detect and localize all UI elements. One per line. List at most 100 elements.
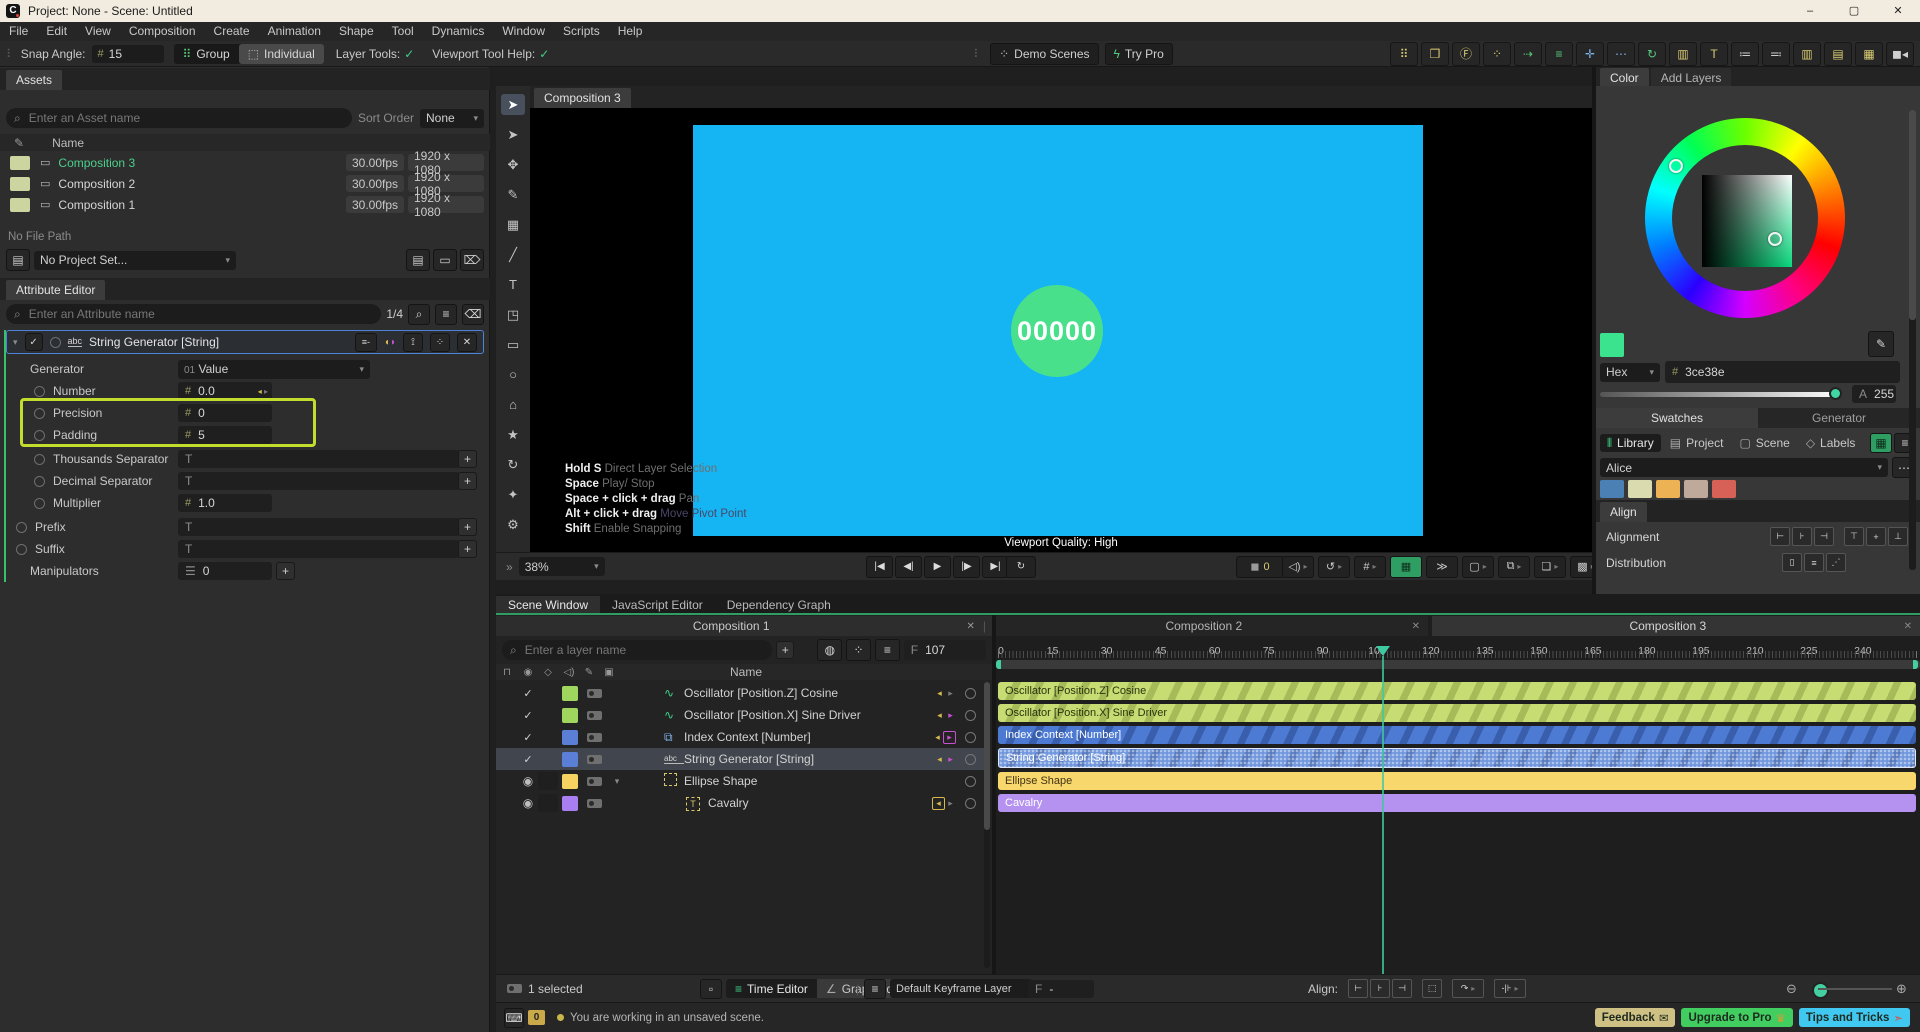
add-button[interactable]: +: [458, 540, 477, 558]
keyframe-dot[interactable]: [34, 407, 45, 419]
tab-generator[interactable]: Generator: [1758, 408, 1920, 428]
playhead-line[interactable]: [1382, 656, 1384, 974]
keyframe-right-icon[interactable]: ▸: [945, 754, 956, 765]
scrollbar-thumb[interactable]: [984, 682, 990, 830]
project-set-select[interactable]: No Project Set... ▾: [34, 250, 236, 270]
enable-checkbox[interactable]: ✓: [518, 687, 538, 700]
keyframe-dot[interactable]: [34, 429, 45, 441]
keyframe-dot[interactable]: [16, 521, 27, 533]
filter-magic-icon[interactable]: ⁘: [846, 639, 871, 661]
trash-icon[interactable]: ⌦: [460, 249, 484, 271]
tab-align[interactable]: Align: [1600, 502, 1647, 522]
keyframe-dot[interactable]: [16, 543, 27, 555]
solo-circle[interactable]: [964, 687, 976, 699]
filter-visibility-icon[interactable]: ◍: [817, 639, 843, 661]
add-button[interactable]: +: [458, 472, 477, 490]
layer-color-swatch[interactable]: [562, 729, 578, 745]
layer-search-field[interactable]: ⌕: [502, 640, 773, 660]
toolbar-icon-button[interactable]: ▥: [1669, 41, 1697, 66]
timeline-ruler-labels[interactable]: 0153045607590105120135150165180195210225…: [998, 638, 1918, 657]
timeline-track-bar[interactable]: Oscillator [Position.X] Sine Driver: [998, 704, 1916, 722]
add-button[interactable]: +: [458, 518, 477, 536]
layer-row-cavalry-text[interactable]: ◉ T Cavalry ◂ ▸: [496, 792, 984, 814]
solo-radio[interactable]: [49, 336, 61, 348]
viewport-tool-button[interactable]: T: [501, 274, 525, 295]
keyframe-dot[interactable]: [34, 475, 45, 487]
solo-circle[interactable]: [964, 731, 976, 743]
viewport-tool-button[interactable]: ➤: [501, 124, 525, 145]
menu-item[interactable]: Shape: [330, 22, 383, 41]
viewport-display-button[interactable]: #: [1354, 555, 1386, 578]
asset-search-field[interactable]: ⌕: [6, 108, 352, 128]
enabled-checkbox[interactable]: ✓: [24, 333, 43, 351]
asset-search-input[interactable]: [26, 110, 344, 126]
align-horizontal-button[interactable]: ⊦: [1792, 527, 1812, 546]
viewport-tool-button[interactable]: ╱: [501, 244, 525, 265]
viewport-tool-button[interactable]: ⚙: [501, 514, 525, 535]
add-button[interactable]: +: [276, 562, 295, 580]
viewport-tool-button[interactable]: ↻: [501, 454, 525, 475]
keyframe-layer-select[interactable]: Default Keyframe Layer: [890, 979, 1032, 998]
prefix-field[interactable]: T: [178, 518, 460, 536]
keyframe-left-icon[interactable]: ◂: [934, 754, 945, 765]
keyframe-distribute-button[interactable]: -|⊦: [1494, 979, 1526, 998]
layer-search-input[interactable]: [522, 642, 765, 658]
keyframe-right-icon[interactable]: ▸: [945, 688, 956, 699]
try-pro-button[interactable]: ϟ Try Pro: [1104, 42, 1173, 65]
toolbar-icon-button[interactable]: ◼◂: [1886, 41, 1914, 66]
toolbar-icon-button[interactable]: T: [1700, 41, 1728, 66]
layer-color-swatch[interactable]: [562, 707, 578, 723]
keyframe-dot[interactable]: [34, 385, 45, 397]
hue-selector[interactable]: [1669, 159, 1683, 173]
align-vertical-button[interactable]: +: [1866, 527, 1886, 546]
visibility-eye-icon[interactable]: ◉: [518, 774, 538, 788]
playhead-marker[interactable]: [1376, 646, 1390, 656]
toolbar-icon-button[interactable]: ❒: [1421, 41, 1449, 66]
layer-tag-icon[interactable]: [586, 798, 602, 808]
current-color-swatch[interactable]: [1600, 333, 1624, 357]
hex-input[interactable]: # 3ce38e: [1665, 361, 1900, 383]
solo-circle[interactable]: [964, 709, 976, 721]
keyframe-dot[interactable]: [34, 453, 45, 465]
project-settings-icon[interactable]: ▤: [6, 249, 30, 271]
color-panel-scrollbar[interactable]: [1909, 110, 1916, 570]
bounding-box-button[interactable]: ⬚: [1422, 979, 1442, 998]
string-generator-shape[interactable]: 00000: [1011, 285, 1103, 377]
saturation-value-square[interactable]: [1702, 175, 1792, 267]
timeline-zoom-track[interactable]: [1818, 988, 1892, 990]
camera-counter[interactable]: ◼ 0: [1236, 555, 1284, 578]
folder-icon[interactable]: ▤: [406, 249, 430, 271]
tab-javascript-editor[interactable]: JavaScript Editor: [600, 596, 715, 614]
search-select-icon[interactable]: ⌕: [408, 303, 430, 325]
menu-item[interactable]: Dynamics: [423, 22, 494, 41]
layer-color-swatch[interactable]: [562, 685, 578, 701]
visibility-eye-icon[interactable]: ◉: [518, 796, 538, 810]
keyframe-dot[interactable]: [34, 497, 45, 509]
align-horizontal-button[interactable]: ⊢: [1770, 527, 1790, 546]
menu-item[interactable]: Composition: [120, 22, 205, 41]
tab-assets[interactable]: Assets: [6, 70, 63, 90]
viewport-help-check-icon[interactable]: ✓: [539, 47, 549, 61]
keyframe-arrows-icon[interactable]: ◂ ▸: [258, 387, 268, 396]
layer-row-index-context[interactable]: ✓ ⧉ Index Context [Number] ◂ ▸: [496, 726, 984, 748]
monitor-icon[interactable]: ▭: [433, 249, 457, 271]
toolbar-icon-button[interactable]: ↻: [1638, 41, 1666, 66]
viewport-tool-button[interactable]: ○: [501, 364, 525, 385]
menu-item[interactable]: Window: [493, 22, 554, 41]
toolbar-icon-button[interactable]: ▥: [1793, 41, 1821, 66]
menu-item[interactable]: Scripts: [554, 22, 609, 41]
suffix-field[interactable]: T: [178, 540, 460, 558]
tab-attribute-editor[interactable]: Attribute Editor: [6, 280, 106, 300]
palette-color-chip[interactable]: [1600, 480, 1624, 498]
connections-icon[interactable]: ≡-: [354, 332, 377, 352]
demo-scenes-button[interactable]: ⁘ Demo Scenes: [990, 42, 1099, 65]
menu-item[interactable]: View: [76, 22, 120, 41]
padding-field[interactable]: # 5: [178, 426, 272, 444]
color-mode-select[interactable]: Hex ▾: [1600, 362, 1660, 382]
frame-offset-field[interactable]: F-: [1028, 979, 1094, 998]
toolbar-icon-button[interactable]: ⇢: [1514, 41, 1542, 66]
thousands-field[interactable]: T: [178, 450, 460, 468]
timeline-track-bar[interactable]: Cavalry: [998, 794, 1916, 812]
align-right-button[interactable]: ⊣: [1392, 979, 1412, 998]
palette-select[interactable]: Alice ▾: [1600, 458, 1888, 477]
